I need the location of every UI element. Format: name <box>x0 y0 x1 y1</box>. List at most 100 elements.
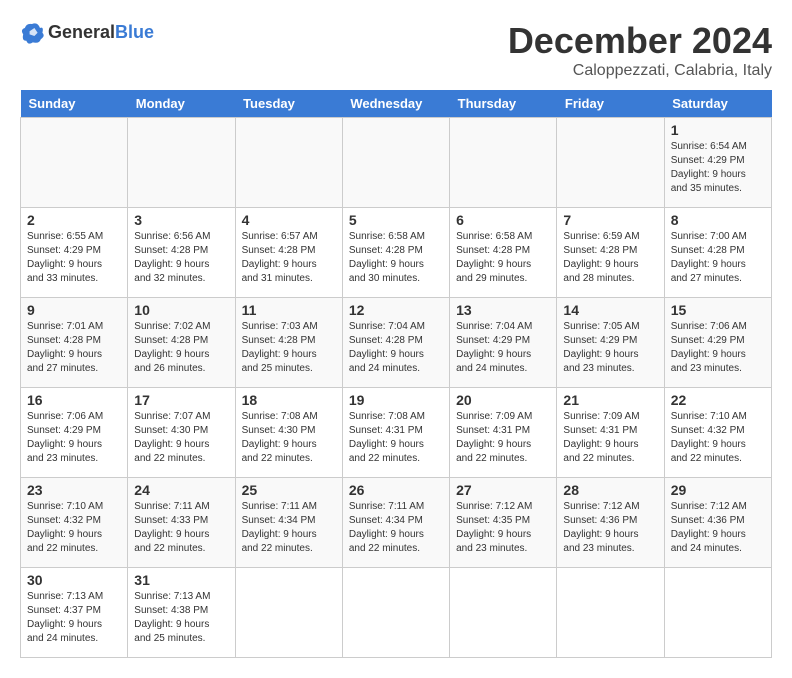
day-info: Sunrise: 7:11 AM Sunset: 4:34 PM Dayligh… <box>242 500 336 556</box>
day-cell-8: 8 Sunrise: 7:00 AM Sunset: 4:28 PM Dayli… <box>664 208 771 298</box>
day-cell-22: 22 Sunrise: 7:10 AM Sunset: 4:32 PM Dayl… <box>664 388 771 478</box>
day-cell-19: 19 Sunrise: 7:08 AM Sunset: 4:31 PM Dayl… <box>342 388 449 478</box>
weekday-header-friday: Friday <box>557 90 664 118</box>
day-number: 31 <box>134 572 228 588</box>
empty-cell <box>450 118 557 208</box>
day-cell-4: 4 Sunrise: 6:57 AM Sunset: 4:28 PM Dayli… <box>235 208 342 298</box>
day-info: Sunrise: 6:57 AM Sunset: 4:28 PM Dayligh… <box>242 230 336 286</box>
day-number: 25 <box>242 482 336 498</box>
day-info: Sunrise: 6:59 AM Sunset: 4:28 PM Dayligh… <box>563 230 657 286</box>
day-info: Sunrise: 7:06 AM Sunset: 4:29 PM Dayligh… <box>27 410 121 466</box>
weekday-header-tuesday: Tuesday <box>235 90 342 118</box>
day-number: 5 <box>349 212 443 228</box>
day-number: 20 <box>456 392 550 408</box>
calendar-week-1: 1 Sunrise: 6:54 AM Sunset: 4:29 PM Dayli… <box>21 118 772 208</box>
calendar-week-3: 9 Sunrise: 7:01 AM Sunset: 4:28 PM Dayli… <box>21 298 772 388</box>
day-info: Sunrise: 6:55 AM Sunset: 4:29 PM Dayligh… <box>27 230 121 286</box>
day-number: 12 <box>349 302 443 318</box>
day-number: 28 <box>563 482 657 498</box>
day-number: 10 <box>134 302 228 318</box>
day-number: 29 <box>671 482 765 498</box>
logo-general: General <box>48 22 115 42</box>
day-number: 8 <box>671 212 765 228</box>
day-cell-17: 17 Sunrise: 7:07 AM Sunset: 4:30 PM Dayl… <box>128 388 235 478</box>
day-number: 21 <box>563 392 657 408</box>
calendar-table: SundayMondayTuesdayWednesdayThursdayFrid… <box>20 90 772 658</box>
logo: GeneralBlue <box>20 20 154 44</box>
day-info: Sunrise: 7:00 AM Sunset: 4:28 PM Dayligh… <box>671 230 765 286</box>
day-info: Sunrise: 7:12 AM Sunset: 4:36 PM Dayligh… <box>671 500 765 556</box>
day-cell-11: 11 Sunrise: 7:03 AM Sunset: 4:28 PM Dayl… <box>235 298 342 388</box>
day-info: Sunrise: 7:08 AM Sunset: 4:31 PM Dayligh… <box>349 410 443 466</box>
day-number: 15 <box>671 302 765 318</box>
calendar-week-5: 23 Sunrise: 7:10 AM Sunset: 4:32 PM Dayl… <box>21 478 772 568</box>
day-cell-29: 29 Sunrise: 7:12 AM Sunset: 4:36 PM Dayl… <box>664 478 771 568</box>
day-info: Sunrise: 7:12 AM Sunset: 4:35 PM Dayligh… <box>456 500 550 556</box>
day-info: Sunrise: 7:02 AM Sunset: 4:28 PM Dayligh… <box>134 320 228 376</box>
day-number: 22 <box>671 392 765 408</box>
day-number: 24 <box>134 482 228 498</box>
empty-cell <box>557 118 664 208</box>
weekday-header-monday: Monday <box>128 90 235 118</box>
weekday-header-wednesday: Wednesday <box>342 90 449 118</box>
logo-text: GeneralBlue <box>48 22 154 43</box>
day-number: 3 <box>134 212 228 228</box>
day-info: Sunrise: 7:03 AM Sunset: 4:28 PM Dayligh… <box>242 320 336 376</box>
day-cell-7: 7 Sunrise: 6:59 AM Sunset: 4:28 PM Dayli… <box>557 208 664 298</box>
calendar-week-6: 30 Sunrise: 7:13 AM Sunset: 4:37 PM Dayl… <box>21 568 772 658</box>
day-cell-21: 21 Sunrise: 7:09 AM Sunset: 4:31 PM Dayl… <box>557 388 664 478</box>
weekday-header-saturday: Saturday <box>664 90 771 118</box>
day-cell-5: 5 Sunrise: 6:58 AM Sunset: 4:28 PM Dayli… <box>342 208 449 298</box>
location-text: Caloppezzati, Calabria, Italy <box>508 62 772 80</box>
day-cell-3: 3 Sunrise: 6:56 AM Sunset: 4:28 PM Dayli… <box>128 208 235 298</box>
day-cell-1: 1 Sunrise: 6:54 AM Sunset: 4:29 PM Dayli… <box>664 118 771 208</box>
weekday-header-row: SundayMondayTuesdayWednesdayThursdayFrid… <box>21 90 772 118</box>
day-cell-27: 27 Sunrise: 7:12 AM Sunset: 4:35 PM Dayl… <box>450 478 557 568</box>
day-cell-14: 14 Sunrise: 7:05 AM Sunset: 4:29 PM Dayl… <box>557 298 664 388</box>
empty-cell <box>342 118 449 208</box>
day-cell-31: 31 Sunrise: 7:13 AM Sunset: 4:38 PM Dayl… <box>128 568 235 658</box>
day-cell-12: 12 Sunrise: 7:04 AM Sunset: 4:28 PM Dayl… <box>342 298 449 388</box>
day-cell-18: 18 Sunrise: 7:08 AM Sunset: 4:30 PM Dayl… <box>235 388 342 478</box>
day-info: Sunrise: 6:58 AM Sunset: 4:28 PM Dayligh… <box>456 230 550 286</box>
day-number: 9 <box>27 302 121 318</box>
day-info: Sunrise: 6:56 AM Sunset: 4:28 PM Dayligh… <box>134 230 228 286</box>
day-info: Sunrise: 7:09 AM Sunset: 4:31 PM Dayligh… <box>563 410 657 466</box>
calendar-week-2: 2 Sunrise: 6:55 AM Sunset: 4:29 PM Dayli… <box>21 208 772 298</box>
day-number: 7 <box>563 212 657 228</box>
day-info: Sunrise: 7:10 AM Sunset: 4:32 PM Dayligh… <box>27 500 121 556</box>
day-number: 6 <box>456 212 550 228</box>
day-cell-25: 25 Sunrise: 7:11 AM Sunset: 4:34 PM Dayl… <box>235 478 342 568</box>
day-number: 17 <box>134 392 228 408</box>
day-number: 19 <box>349 392 443 408</box>
day-cell-23: 23 Sunrise: 7:10 AM Sunset: 4:32 PM Dayl… <box>21 478 128 568</box>
day-cell-15: 15 Sunrise: 7:06 AM Sunset: 4:29 PM Dayl… <box>664 298 771 388</box>
day-info: Sunrise: 7:11 AM Sunset: 4:33 PM Dayligh… <box>134 500 228 556</box>
day-number: 16 <box>27 392 121 408</box>
day-cell-10: 10 Sunrise: 7:02 AM Sunset: 4:28 PM Dayl… <box>128 298 235 388</box>
day-cell-2: 2 Sunrise: 6:55 AM Sunset: 4:29 PM Dayli… <box>21 208 128 298</box>
day-info: Sunrise: 7:07 AM Sunset: 4:30 PM Dayligh… <box>134 410 228 466</box>
page-header: GeneralBlue December 2024 Caloppezzati, … <box>20 20 772 80</box>
day-info: Sunrise: 7:08 AM Sunset: 4:30 PM Dayligh… <box>242 410 336 466</box>
title-section: December 2024 Caloppezzati, Calabria, It… <box>508 20 772 80</box>
day-cell-26: 26 Sunrise: 7:11 AM Sunset: 4:34 PM Dayl… <box>342 478 449 568</box>
day-number: 27 <box>456 482 550 498</box>
day-cell-13: 13 Sunrise: 7:04 AM Sunset: 4:29 PM Dayl… <box>450 298 557 388</box>
day-info: Sunrise: 7:13 AM Sunset: 4:37 PM Dayligh… <box>27 590 121 646</box>
day-number: 23 <box>27 482 121 498</box>
day-info: Sunrise: 7:06 AM Sunset: 4:29 PM Dayligh… <box>671 320 765 376</box>
logo-icon <box>20 20 44 44</box>
logo-blue: Blue <box>115 22 154 42</box>
day-cell-9: 9 Sunrise: 7:01 AM Sunset: 4:28 PM Dayli… <box>21 298 128 388</box>
day-number: 26 <box>349 482 443 498</box>
day-info: Sunrise: 7:13 AM Sunset: 4:38 PM Dayligh… <box>134 590 228 646</box>
day-number: 14 <box>563 302 657 318</box>
day-number: 30 <box>27 572 121 588</box>
month-title: December 2024 <box>508 20 772 62</box>
day-info: Sunrise: 7:11 AM Sunset: 4:34 PM Dayligh… <box>349 500 443 556</box>
day-info: Sunrise: 7:09 AM Sunset: 4:31 PM Dayligh… <box>456 410 550 466</box>
day-cell-28: 28 Sunrise: 7:12 AM Sunset: 4:36 PM Dayl… <box>557 478 664 568</box>
day-info: Sunrise: 7:12 AM Sunset: 4:36 PM Dayligh… <box>563 500 657 556</box>
empty-cell <box>21 118 128 208</box>
